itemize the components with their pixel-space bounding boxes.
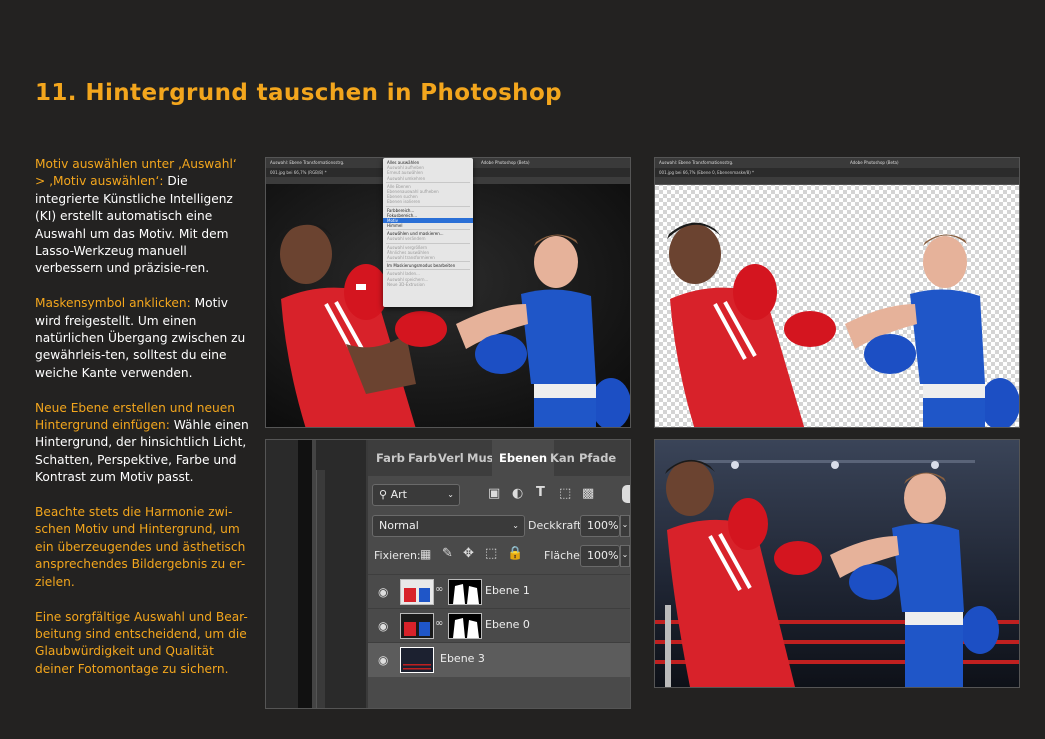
menu-item[interactable]: Im Maskierungsmodus bearbeiten bbox=[383, 263, 473, 268]
menu-separator bbox=[386, 181, 470, 183]
ps-options-2: Auswahl: Ebene Transformationsstrg. bbox=[659, 160, 734, 165]
boxers-cutout bbox=[667, 222, 1019, 427]
layer-name[interactable]: Ebene 1 bbox=[485, 584, 530, 597]
tab-farbe-1[interactable]: Farb bbox=[376, 440, 405, 476]
layers-panel: Farb Farb Verl Mus Ebenen Kan Pfade ⚲ Ar… bbox=[368, 440, 630, 708]
smartobject-filter-icon[interactable]: ▩ bbox=[582, 486, 594, 501]
menu-separator bbox=[386, 242, 470, 244]
ps-app-title: Adobe Photoshop (Beta) bbox=[481, 160, 530, 165]
chevron-down-icon[interactable]: ⌄ bbox=[620, 515, 630, 537]
layer-thumbnail bbox=[400, 613, 434, 639]
layer-row-ebene-0[interactable]: ◉ ∞ Ebene 0 bbox=[368, 608, 630, 643]
page-title: 11. Hintergrund tauschen in Photoshop bbox=[35, 80, 563, 106]
menu-separator bbox=[386, 205, 470, 207]
filter-select[interactable]: ⚲ Art ⌄ bbox=[372, 484, 460, 506]
pixel-filter-icon[interactable]: ▣ bbox=[488, 486, 500, 501]
menu-item[interactable]: Auswahl umkehren bbox=[383, 176, 473, 181]
eye-icon[interactable]: ◉ bbox=[378, 619, 388, 633]
layer-row-ebene-1[interactable]: ◉ ∞ Ebene 1 bbox=[368, 574, 630, 609]
opacity-label: Deckkraft: bbox=[528, 519, 585, 532]
lock-icon[interactable]: 🔒 bbox=[507, 546, 523, 561]
boxing-ring-composite bbox=[655, 440, 1019, 687]
tab-verlauf[interactable]: Verl bbox=[438, 440, 464, 476]
tab-kanaele[interactable]: Kan bbox=[550, 440, 575, 476]
menu-item[interactable]: Himmel bbox=[383, 223, 473, 228]
search-icon: ⚲ bbox=[379, 488, 388, 501]
shape-filter-icon[interactable]: ⬚ bbox=[559, 486, 571, 501]
boxer-red-cutout bbox=[667, 222, 836, 427]
screenshot-masked-subject: Auswahl: Ebene Transformationsstrg. Adob… bbox=[654, 157, 1020, 428]
chain-link-icon[interactable]: ∞ bbox=[435, 618, 443, 629]
filter-value: Art bbox=[390, 488, 407, 501]
ps-ruler-2 bbox=[655, 177, 1019, 185]
menu-item[interactable]: Neue 3D-Extrusion bbox=[383, 282, 473, 287]
eye-icon[interactable]: ◉ bbox=[378, 585, 388, 599]
layer-name[interactable]: Ebene 3 bbox=[440, 652, 485, 665]
menu-item[interactable]: Ebenen isolieren bbox=[383, 199, 473, 204]
filter-toggle-icon[interactable] bbox=[622, 485, 630, 503]
tab-pfade[interactable]: Pfade bbox=[579, 440, 616, 476]
menu-item[interactable]: Auswahl verändern bbox=[383, 236, 473, 241]
adjustment-filter-icon[interactable]: ◐ bbox=[512, 486, 523, 501]
brush-icon[interactable]: ✎ bbox=[442, 546, 453, 561]
lock-transparent-icon[interactable]: ▦ bbox=[420, 547, 431, 561]
chevron-down-icon[interactable]: ⌄ bbox=[620, 545, 630, 567]
menu-item[interactable]: Auswahl transformieren bbox=[383, 255, 473, 260]
fill-label: Fläche: bbox=[544, 549, 584, 562]
screenshot-select-subject: Auswahl: Ebene Transformationsstrg. Adob… bbox=[265, 157, 631, 428]
panel-tabs: Farb Farb Verl Mus Ebenen Kan Pfade bbox=[368, 440, 630, 476]
text-column: Motiv auswählen unter ‚Auswahl‘ > ‚Motiv… bbox=[35, 156, 250, 696]
paragraph-3: Neue Ebene erstellen und neuen Hintergru… bbox=[35, 400, 250, 487]
lock-label: Fixieren: bbox=[374, 549, 421, 562]
ps-options: Auswahl: Ebene Transformationsstrg. bbox=[270, 160, 345, 165]
move-icon[interactable]: ✥ bbox=[463, 546, 474, 561]
menu-separator bbox=[386, 261, 470, 263]
layer-mask-thumbnail[interactable] bbox=[448, 579, 482, 605]
blend-mode-select[interactable]: Normal ⌄ bbox=[372, 515, 525, 537]
menu-separator bbox=[386, 269, 470, 271]
paragraph-1: Motiv auswählen unter ‚Auswahl‘ > ‚Motiv… bbox=[35, 156, 250, 278]
tab-farbe-2[interactable]: Farb bbox=[408, 440, 437, 476]
blend-mode-value: Normal bbox=[379, 519, 419, 532]
paragraph-2: Maskensymbol anklicken: Motiv wird freig… bbox=[35, 295, 250, 382]
chevron-down-icon: ⌄ bbox=[447, 490, 454, 499]
eye-icon[interactable]: ◉ bbox=[378, 653, 388, 667]
layer-row-ebene-3[interactable]: ◉ Ebene 3 bbox=[368, 642, 630, 677]
paragraph-2-highlight: Maskensymbol anklicken: bbox=[35, 296, 191, 311]
fill-field[interactable]: 100% bbox=[580, 545, 620, 567]
paragraph-5-highlight: Eine sorgfältige Auswahl und Bear-beitun… bbox=[35, 609, 248, 676]
paragraph-4: Beachte stets die Harmonie zwi-schen Mot… bbox=[35, 504, 250, 591]
tab-muster[interactable]: Mus bbox=[467, 440, 493, 476]
boxer-blue-cutout bbox=[845, 234, 1019, 427]
screenshot-final-composite bbox=[654, 439, 1020, 688]
select-menu[interactable]: Alles auswählen Auswahl aufheben Erneut au… bbox=[383, 158, 473, 307]
menu-separator bbox=[386, 229, 470, 231]
layer-mask-thumbnail[interactable] bbox=[448, 613, 482, 639]
scrollbar[interactable] bbox=[316, 470, 325, 708]
paragraph-4-highlight: Beachte stets die Harmonie zwi-schen Mot… bbox=[35, 505, 246, 589]
screenshot-layers-panel: Farb Farb Verl Mus Ebenen Kan Pfade ⚲ Ar… bbox=[265, 439, 631, 709]
tab-ebenen[interactable]: Ebenen bbox=[492, 440, 555, 476]
ring-lights bbox=[695, 460, 975, 469]
layer-thumbnail bbox=[400, 579, 434, 605]
layer-thumbnail bbox=[400, 647, 434, 673]
paragraph-5: Eine sorgfältige Auswahl und Bear-beitun… bbox=[35, 609, 250, 679]
paragraph-1-highlight: Motiv auswählen unter ‚Auswahl‘ > ‚Motiv… bbox=[35, 157, 237, 189]
ps-doc-tab-2[interactable]: 001.jpg bei 66,7% (Ebene 0, Ebenenmaske/… bbox=[655, 168, 1019, 177]
chevron-down-icon: ⌄ bbox=[512, 521, 519, 530]
layer-name[interactable]: Ebene 0 bbox=[485, 618, 530, 631]
paragraph-1-text: Die integrierte Künstliche Intelligenz (… bbox=[35, 174, 233, 276]
chain-link-icon[interactable]: ∞ bbox=[435, 584, 443, 595]
canvas-strip bbox=[298, 440, 312, 708]
ps-titlebar-2: Auswahl: Ebene Transformationsstrg. Adob… bbox=[655, 158, 1019, 168]
artboard-icon[interactable]: ⬚ bbox=[485, 546, 497, 561]
type-filter-icon[interactable]: T bbox=[536, 485, 545, 500]
opacity-field[interactable]: 100% bbox=[580, 515, 620, 537]
ps-app-title-2: Adobe Photoshop (Beta) bbox=[850, 160, 899, 165]
